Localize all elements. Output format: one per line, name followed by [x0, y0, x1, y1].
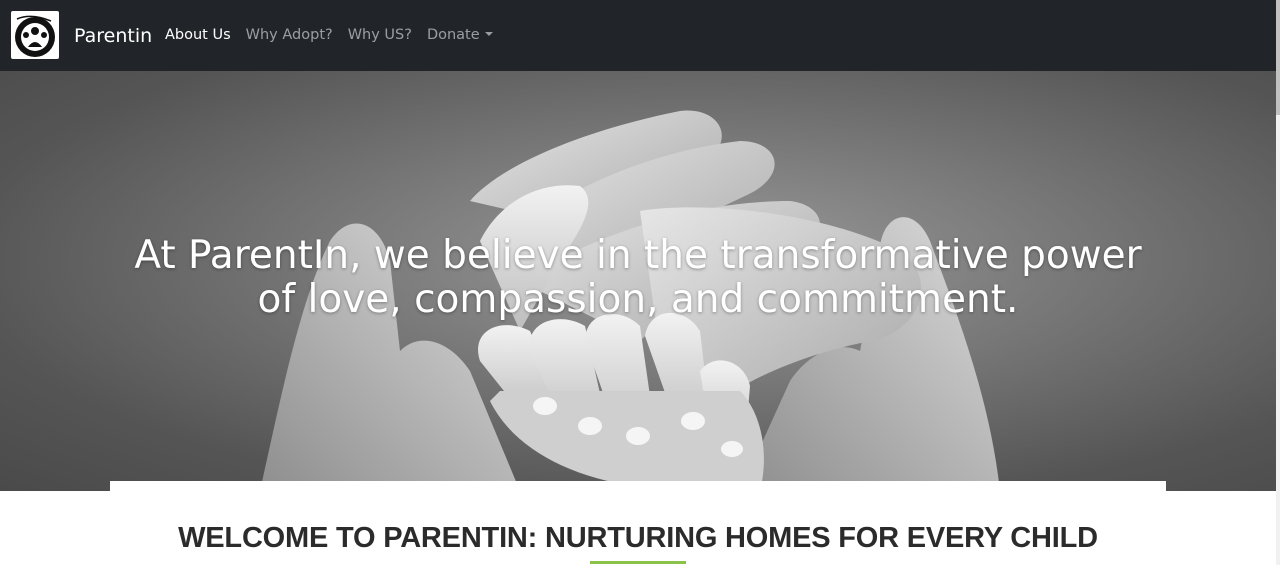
brand-name[interactable]: Parentin — [74, 24, 152, 48]
nav-link-why-adopt[interactable]: Why Adopt? — [246, 26, 333, 44]
welcome-section: WELCOME TO PARENTIN: NURTURING HOMES FOR… — [110, 481, 1166, 571]
hero-heading-line2: of love, compassion, and commitment. — [257, 277, 1019, 322]
nav-link-about-us[interactable]: About Us — [165, 26, 231, 44]
nav-links: About Us Why Adopt? Why US? Donate — [165, 26, 508, 44]
section-title: WELCOME TO PARENTIN: NURTURING HOMES FOR… — [178, 522, 1098, 554]
hero-banner: At ParentIn, we believe in the transform… — [0, 71, 1276, 491]
scrollbar-thumb[interactable] — [1276, 0, 1280, 115]
family-logo-icon — [15, 15, 55, 57]
caret-down-icon — [484, 32, 493, 36]
nav-link-donate-label: Donate — [426, 27, 480, 43]
top-navbar: Parentin About Us Why Adopt? Why US? Don… — [0, 0, 1280, 71]
page-scrollbar[interactable] — [1276, 0, 1280, 565]
nav-link-why-us[interactable]: Why US? — [348, 26, 412, 44]
title-underline — [590, 561, 686, 564]
brand-logo[interactable] — [11, 11, 59, 59]
hero-heading-line1: At ParentIn, we believe in the transform… — [134, 233, 1142, 278]
nav-dropdown-donate[interactable]: Donate — [427, 26, 493, 44]
hero-heading: At ParentIn, we believe in the transform… — [0, 234, 1276, 322]
